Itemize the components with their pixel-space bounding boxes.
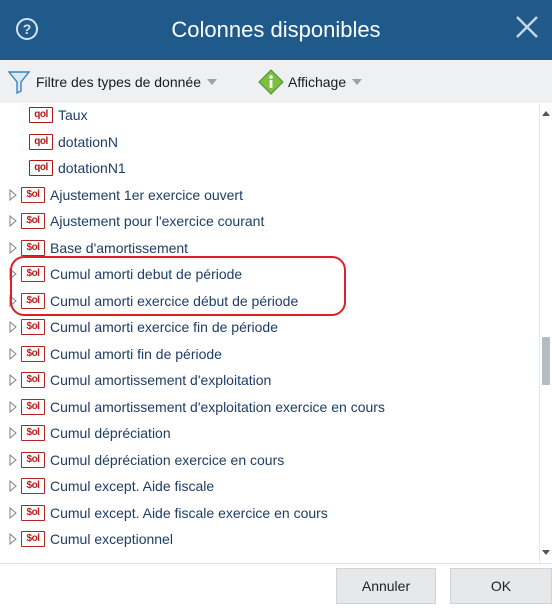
quantity-column-icon: qol bbox=[29, 133, 53, 150]
currency-column-icon: $ol bbox=[21, 398, 45, 415]
expand-arrow-icon[interactable] bbox=[0, 533, 21, 545]
currency-column-icon: $ol bbox=[21, 266, 45, 282]
currency-column-icon: $ol bbox=[21, 425, 45, 441]
available-columns-dialog: ? Colonnes disponibles Filtre des types … bbox=[0, 0, 552, 609]
scrollbar-thumb[interactable] bbox=[542, 337, 550, 385]
list-item-label: Cumul exceptionnel bbox=[50, 531, 173, 547]
currency-column-icon: $ol bbox=[21, 186, 45, 203]
list-item[interactable]: $ol Cumul amorti fin de période bbox=[0, 341, 222, 367]
list-scrollbar[interactable] bbox=[539, 103, 552, 563]
currency-column-icon: $ol bbox=[21, 213, 45, 229]
expand-arrow-icon[interactable] bbox=[0, 480, 21, 492]
cancel-button[interactable]: Annuler bbox=[336, 568, 436, 604]
list-item-label: Cumul amorti debut de période bbox=[50, 266, 243, 282]
list-item[interactable]: $ol Cumul exceptionnel bbox=[0, 526, 173, 552]
list-item-label: Cumul amorti fin de période bbox=[50, 345, 222, 362]
currency-column-icon: $ol bbox=[21, 451, 45, 468]
chevron-down-icon bbox=[352, 78, 363, 85]
list-item-label: Cumul amortissement d'exploitation exerc… bbox=[50, 398, 385, 415]
list-item-label: dotationN1 bbox=[58, 160, 126, 176]
toolbar: Filtre des types de donnée Affichage bbox=[0, 60, 552, 104]
currency-column-icon: $ol bbox=[21, 504, 45, 521]
list-item-label: Ajustement 1er exercice ouvert bbox=[50, 186, 243, 203]
list-item[interactable]: $ol Cumul except. Aide fiscale bbox=[0, 473, 214, 499]
expand-arrow-icon[interactable] bbox=[0, 241, 21, 254]
list-item[interactable]: qol dotationN1 bbox=[0, 155, 126, 181]
list-item[interactable]: qol Taux bbox=[0, 103, 88, 128]
expand-arrow-icon[interactable] bbox=[0, 215, 21, 227]
expand-arrow-icon[interactable] bbox=[0, 188, 21, 201]
list-item[interactable]: $ol Cumul except. Aide fiscale exercice e… bbox=[0, 500, 328, 526]
currency-column-icon: $ol bbox=[21, 239, 45, 256]
expand-arrow-icon[interactable] bbox=[0, 453, 21, 466]
list-item-label: Cumul amortissement d'exploitation bbox=[50, 372, 272, 388]
currency-column-icon: $ol bbox=[21, 531, 45, 547]
filter-data-types-dropdown[interactable]: Filtre des types de donnée bbox=[7, 60, 217, 103]
list-item[interactable]: $ol Cumul amorti debut de période bbox=[0, 261, 242, 287]
list-item[interactable]: $ol Cumul amortissement d'exploitation ex… bbox=[0, 394, 385, 420]
list-item[interactable]: qol dotationN bbox=[0, 129, 118, 155]
currency-column-icon: $ol bbox=[21, 345, 45, 362]
list-item[interactable]: $ol Cumul amorti exercice début de périod… bbox=[0, 288, 298, 314]
list-item[interactable]: $ol Ajustement 1er exercice ouvert bbox=[0, 182, 243, 208]
dialog-footer: Annuler OK bbox=[0, 563, 552, 609]
currency-column-icon: $ol bbox=[21, 292, 45, 309]
currency-column-icon: $ol bbox=[21, 372, 45, 388]
info-diamond-icon bbox=[258, 68, 284, 95]
list-item[interactable]: $ol Cumul amorti exercice fin de période bbox=[0, 314, 278, 340]
list-item[interactable]: $ol Cumul amortissement d'exploitation bbox=[0, 367, 271, 393]
expand-arrow-icon[interactable] bbox=[0, 374, 21, 386]
list-item-label: Cumul except. Aide fiscale bbox=[50, 478, 215, 494]
list-item[interactable]: $ol Cumul dépréciation bbox=[0, 420, 171, 446]
quantity-column-icon: qol bbox=[29, 107, 53, 123]
list-item[interactable]: $ol Ajustement pour l'exercice courant bbox=[0, 208, 264, 234]
dialog-title-bar: ? Colonnes disponibles bbox=[0, 0, 552, 60]
columns-list[interactable]: qol Taux qol dotationN qol dotationN1 $ol Ajust… bbox=[0, 103, 540, 563]
currency-column-icon: $ol bbox=[21, 319, 45, 335]
list-item-label: Cumul amorti exercice début de période bbox=[50, 292, 299, 309]
list-item-label: Cumul dépréciation bbox=[50, 425, 171, 441]
expand-arrow-icon[interactable] bbox=[0, 294, 21, 307]
ok-button[interactable]: OK bbox=[450, 568, 552, 604]
expand-arrow-icon[interactable] bbox=[0, 268, 21, 280]
list-item-label: Cumul dépréciation exercice en cours bbox=[50, 451, 285, 468]
quantity-column-icon: qol bbox=[29, 160, 53, 176]
filter-funnel-icon bbox=[7, 70, 31, 94]
display-dropdown[interactable]: Affichage bbox=[258, 60, 363, 103]
scroll-down-arrow-icon[interactable] bbox=[542, 550, 550, 555]
expand-arrow-icon[interactable] bbox=[0, 321, 21, 333]
list-item[interactable]: $ol Cumul dépréciation exercice en cours bbox=[0, 447, 284, 473]
expand-arrow-icon[interactable] bbox=[0, 347, 21, 360]
scroll-up-arrow-icon[interactable] bbox=[542, 111, 550, 116]
list-item-label: Ajustement pour l'exercice courant bbox=[50, 213, 265, 229]
list-item-label: Base d'amortissement bbox=[50, 239, 189, 256]
list-item-label: Cumul amorti exercice fin de période bbox=[50, 319, 278, 335]
list-item-label: Taux bbox=[58, 107, 88, 123]
chevron-down-icon bbox=[207, 78, 217, 85]
currency-column-icon: $ol bbox=[21, 478, 45, 494]
expand-arrow-icon[interactable] bbox=[0, 400, 21, 413]
list-item-label: Cumul except. Aide fiscale exercice en c… bbox=[50, 504, 328, 521]
dialog-title: Colonnes disponibles bbox=[171, 17, 381, 42]
close-icon[interactable] bbox=[512, 12, 542, 42]
list-item[interactable]: $ol Base d'amortissement bbox=[0, 235, 188, 261]
filter-label: Filtre des types de donnée bbox=[36, 73, 201, 90]
expand-arrow-icon[interactable] bbox=[0, 506, 21, 519]
expand-arrow-icon[interactable] bbox=[0, 427, 21, 439]
display-label: Affichage bbox=[288, 73, 347, 90]
list-item-label: dotationN bbox=[58, 133, 118, 150]
